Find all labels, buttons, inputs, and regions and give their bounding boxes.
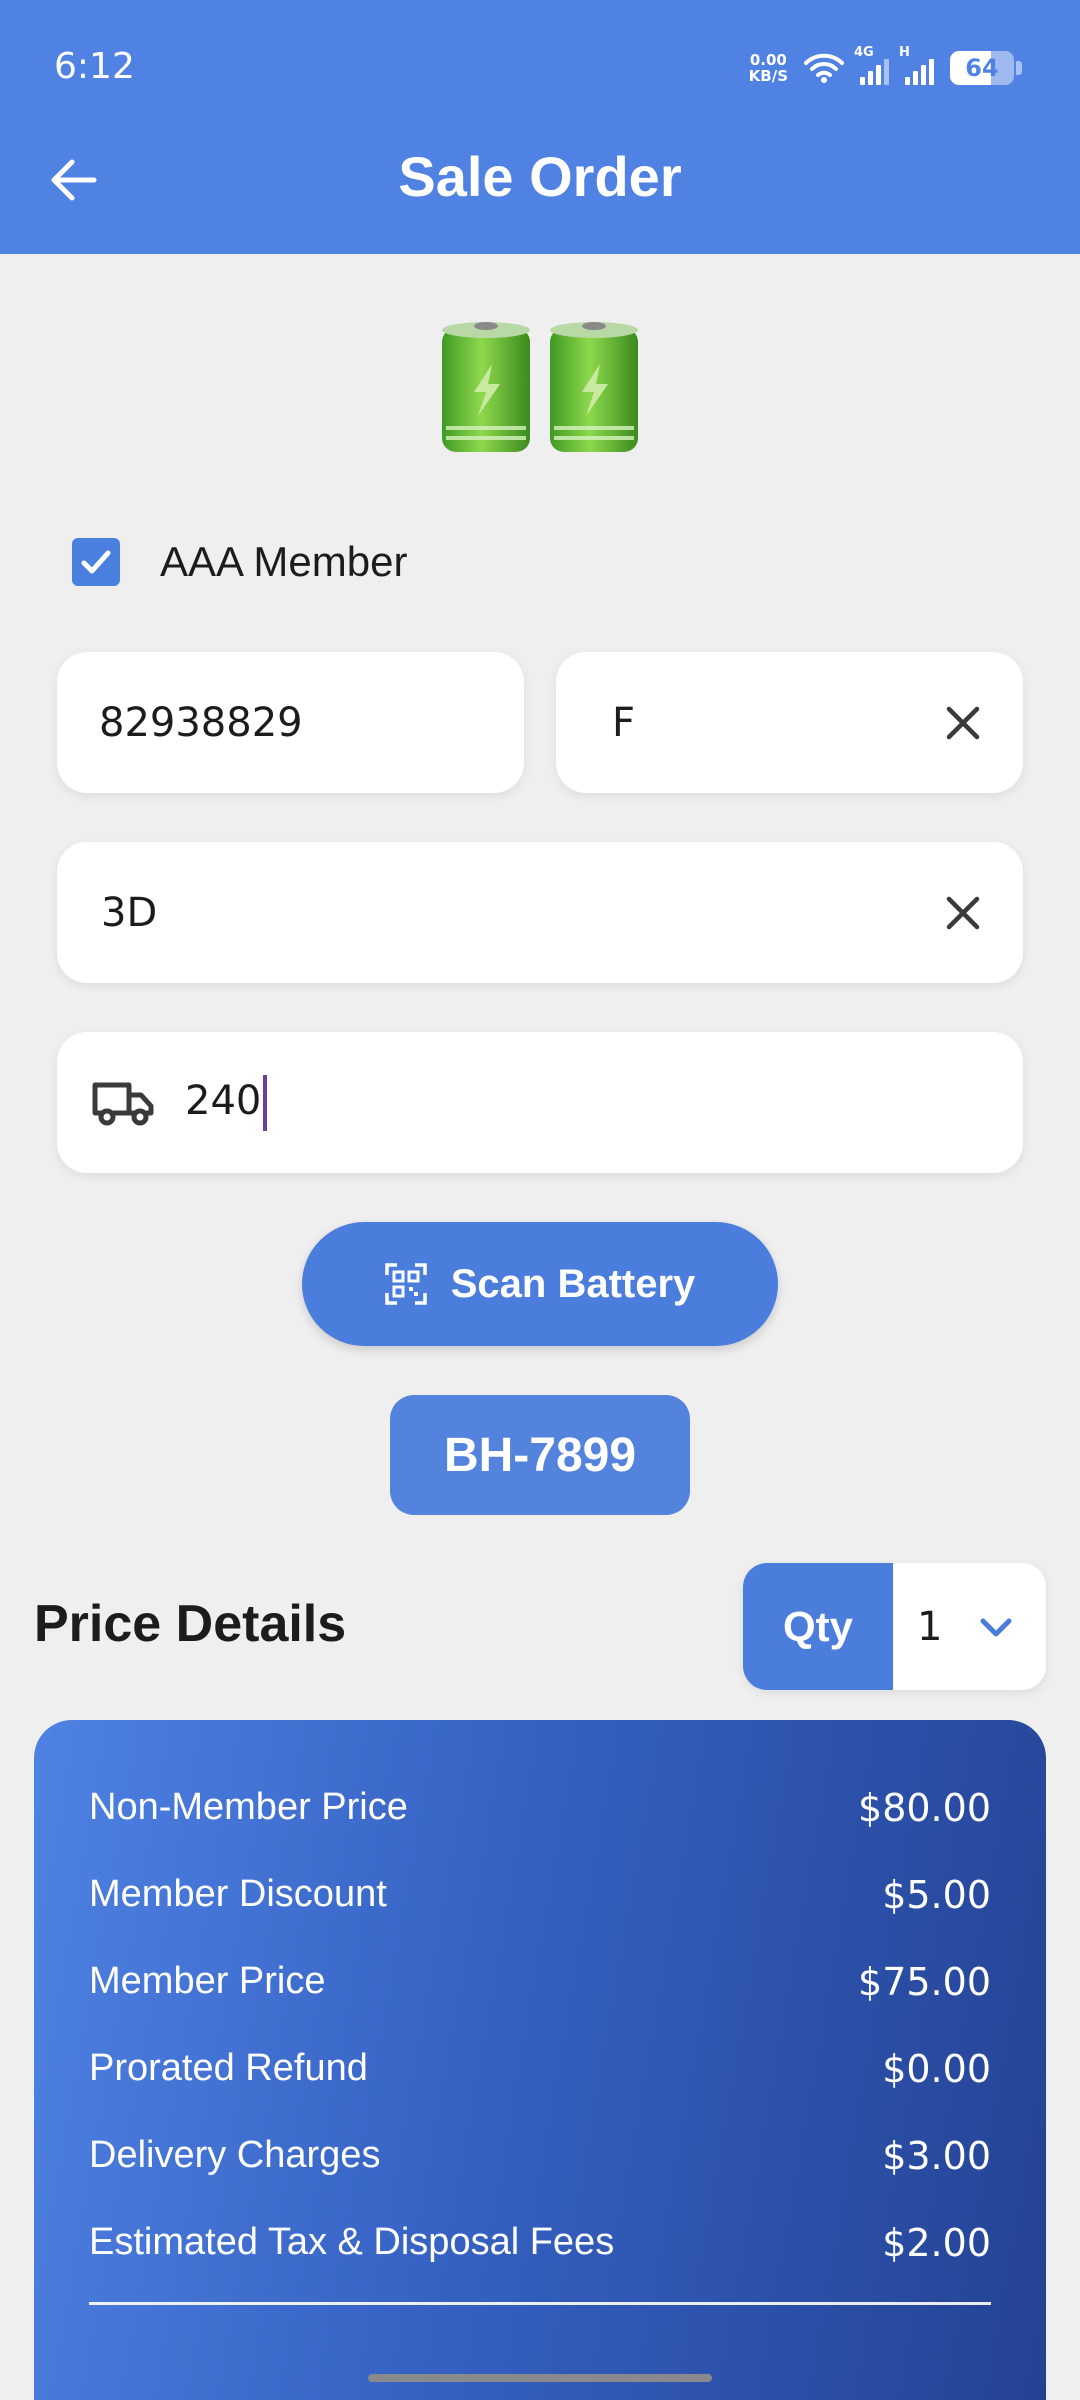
- price-row-label: Member Discount: [89, 1873, 387, 1915]
- delivery-value: 240: [185, 1074, 268, 1131]
- qty-label: Qty: [743, 1563, 893, 1690]
- check-icon: [81, 550, 111, 574]
- price-row: Member Discount $5.00: [89, 1873, 991, 1960]
- price-row-label: Estimated Tax & Disposal Fees: [89, 2221, 615, 2263]
- price-details-card: Non-Member Price $80.00 Member Discount $5.…: [34, 1720, 1046, 2400]
- aaa-member-checkbox-row[interactable]: AAA Member: [72, 538, 407, 586]
- member-number-value: 82938829: [99, 699, 303, 746]
- price-row-amount: $3.00: [882, 2134, 991, 2178]
- price-row: Delivery Charges $3.00: [89, 2134, 991, 2221]
- chevron-down-icon: [980, 1618, 1012, 1636]
- delivery-value-text: 240: [185, 1077, 262, 1124]
- status-icons: 0.00 KB/S 4G H 64: [749, 45, 1022, 90]
- member-label: AAA Member: [160, 538, 408, 585]
- price-divider: [89, 2302, 991, 2305]
- qty-value: 1: [917, 1603, 943, 1650]
- member-number-field[interactable]: 82938829: [57, 652, 524, 793]
- price-row: Member Price $75.00: [89, 1960, 991, 2047]
- status-time: 6:12: [54, 46, 135, 87]
- signal-type-4g: 4G: [854, 45, 874, 60]
- qr-scan-icon: [384, 1263, 427, 1305]
- first-dropdown-field[interactable]: F: [556, 652, 1023, 793]
- page-title: Sale Order: [398, 145, 682, 208]
- price-row: Prorated Refund $0.00: [89, 2047, 991, 2134]
- app-bar: 6:12 0.00 KB/S 4G H 64 Sale Order: [0, 0, 1080, 254]
- battery-code-badge[interactable]: BH-7899: [390, 1395, 690, 1515]
- first-field-value: F: [612, 699, 636, 746]
- price-row: Non-Member Price $80.00: [89, 1786, 991, 1873]
- price-row-label: Delivery Charges: [89, 2134, 381, 2176]
- battery-level: 64: [965, 54, 999, 82]
- network-speed-value: 0.00: [749, 51, 787, 69]
- price-row: Estimated Tax & Disposal Fees $2.00: [89, 2221, 991, 2308]
- price-row-label: Non-Member Price: [89, 1786, 408, 1828]
- price-row-amount: $75.00: [858, 1960, 991, 2004]
- text-cursor: [263, 1074, 268, 1131]
- home-indicator[interactable]: [368, 2374, 712, 2382]
- network-speed: 0.00 KB/S: [749, 52, 788, 84]
- signal-type-h: H: [899, 45, 910, 60]
- delivery-field[interactable]: 240: [57, 1032, 1023, 1173]
- delivery-truck-icon: [92, 1082, 154, 1125]
- battery-icon: [442, 322, 638, 452]
- price-row-label: Member Price: [89, 1960, 326, 2002]
- scan-battery-button[interactable]: Scan Battery: [302, 1222, 778, 1346]
- close-icon[interactable]: [943, 703, 983, 743]
- qty-selector[interactable]: Qty 1: [743, 1563, 1046, 1690]
- network-speed-unit: KB/S: [748, 67, 788, 85]
- cell-signal-icon: 4G: [854, 45, 889, 85]
- price-row-amount: $2.00: [882, 2221, 991, 2265]
- price-row-amount: $5.00: [882, 1873, 991, 1917]
- price-row-label: Prorated Refund: [89, 2047, 368, 2089]
- battery-status-icon: 64: [950, 51, 1014, 85]
- price-row-amount: $80.00: [858, 1786, 991, 1830]
- cell-signal-icon-2: H: [899, 45, 934, 85]
- member-checkbox[interactable]: [72, 538, 120, 586]
- price-details-heading: Price Details: [34, 1595, 347, 1653]
- scan-battery-label: Scan Battery: [450, 1261, 696, 1306]
- group-size-field[interactable]: 3D: [57, 842, 1023, 983]
- price-row-amount: $0.00: [882, 2047, 991, 2091]
- qty-dropdown[interactable]: 1: [893, 1563, 1046, 1690]
- wifi-icon: [804, 53, 844, 83]
- group-field-value: 3D: [101, 889, 158, 936]
- close-icon[interactable]: [943, 893, 983, 933]
